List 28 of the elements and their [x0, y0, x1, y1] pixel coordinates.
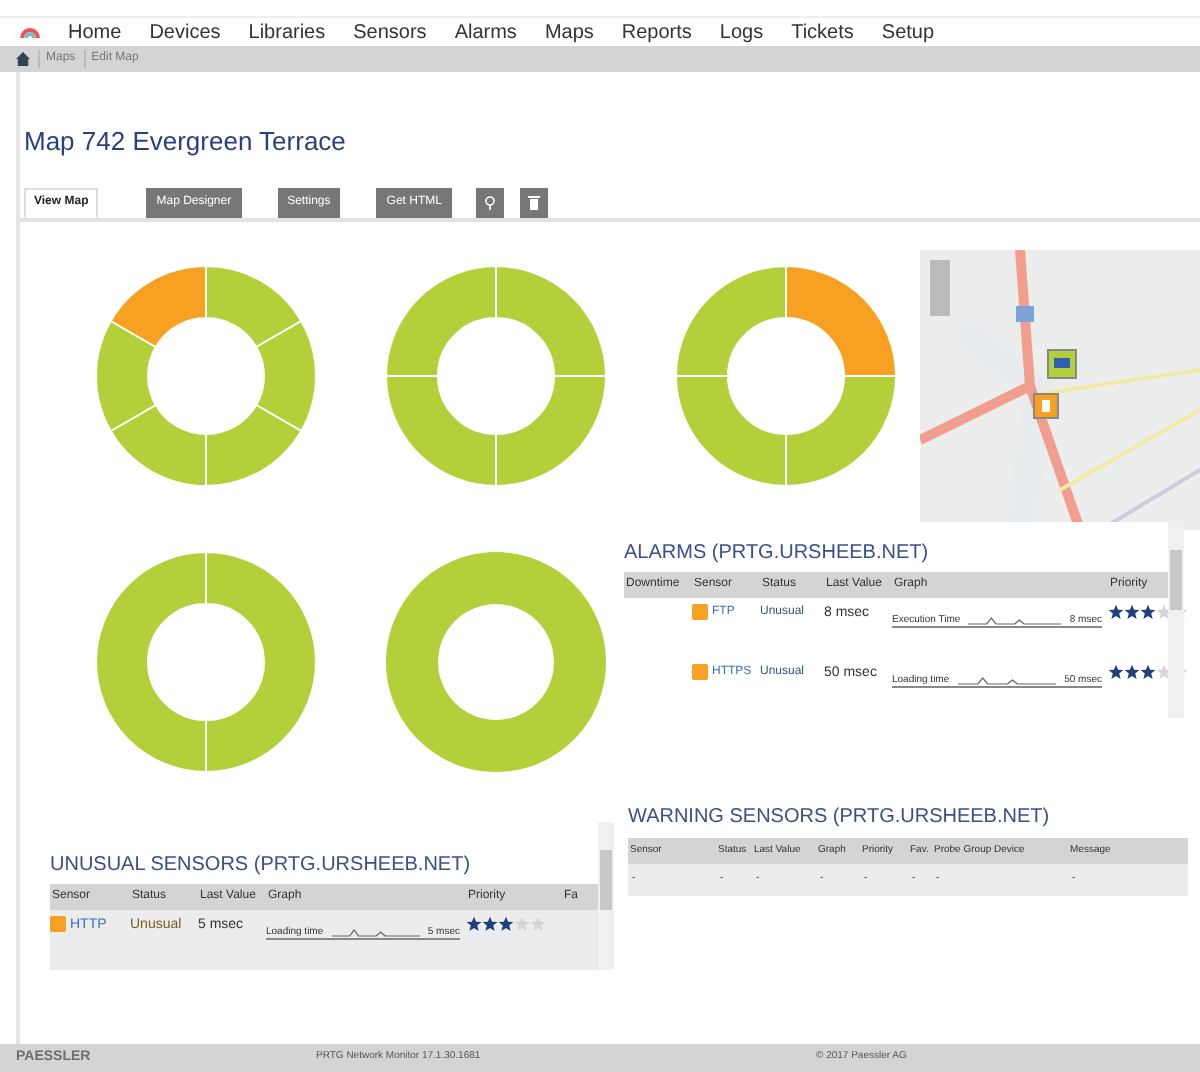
- nav-link[interactable]: Reports: [621, 17, 692, 47]
- nav-link[interactable]: Tickets: [791, 17, 854, 47]
- nav-link[interactable]: Devices: [149, 17, 221, 47]
- nav-link[interactable]: Alarms: [454, 17, 517, 47]
- pin-icon: [483, 195, 496, 209]
- delete-button[interactable]: [519, 187, 548, 217]
- nav-link[interactable]: Libraries: [248, 17, 326, 47]
- nav-link[interactable]: Setup: [881, 17, 935, 47]
- page-title: Map 742 Evergreen Terrace: [24, 124, 348, 160]
- nav-link[interactable]: Logs: [719, 17, 764, 47]
- sparkline: [331, 925, 420, 937]
- panel-title: WARNING SENSORS (PRTG.URSHEEB.NET): [628, 803, 1052, 831]
- home-icon[interactable]: [16, 52, 30, 66]
- scrollbar[interactable]: [598, 821, 614, 969]
- panel-title: ALARMS (PRTG.URSHEEB.NET): [624, 539, 931, 567]
- scrollbar[interactable]: [1168, 521, 1184, 717]
- pin-button[interactable]: [475, 187, 504, 217]
- sensor-icon: [692, 663, 708, 679]
- nav-link[interactable]: Home: [68, 17, 122, 47]
- nav-link[interactable]: Maps: [544, 17, 594, 47]
- nav-link[interactable]: Sensors: [353, 17, 427, 47]
- sparkline: [957, 673, 1057, 685]
- trash-icon: [527, 195, 540, 209]
- logo-icon: [20, 24, 40, 40]
- panel-title: UNUSUAL SENSORS (PRTG.URSHEEB.NET): [50, 851, 473, 879]
- sensor-icon: [50, 915, 66, 931]
- sparkline: [968, 613, 1062, 625]
- sensor-icon: [692, 603, 708, 619]
